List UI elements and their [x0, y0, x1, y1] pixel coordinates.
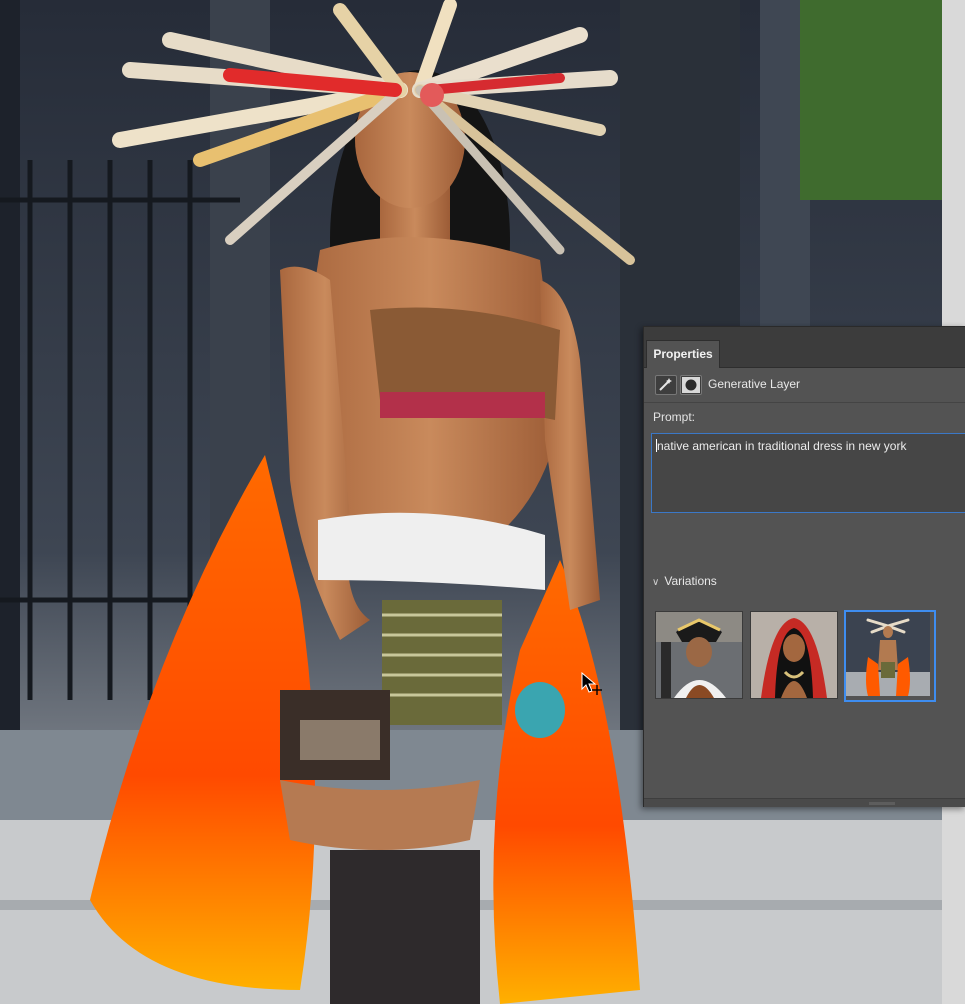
- properties-panel: Properties Generative Layer Prompt: nati…: [643, 326, 965, 807]
- resize-grip[interactable]: [869, 802, 895, 805]
- panel-tab-bar: Properties: [644, 327, 965, 368]
- variation-thumbnail-2[interactable]: [750, 611, 838, 699]
- prompt-input[interactable]: native american in traditional dress in …: [651, 433, 965, 513]
- variations-label: Variations: [664, 574, 717, 588]
- prompt-label: Prompt:: [653, 410, 696, 424]
- layer-type-label: Generative Layer: [708, 377, 801, 391]
- prompt-text: native american in traditional dress in …: [657, 439, 907, 453]
- variations-section-header[interactable]: ∨ Variations: [652, 574, 717, 588]
- layer-mask-icon[interactable]: [680, 375, 702, 395]
- layer-type-row: Generative Layer: [644, 368, 965, 403]
- variation-thumbnail-3-selected[interactable]: [844, 610, 936, 702]
- tab-properties[interactable]: Properties: [646, 340, 720, 368]
- panel-footer: [644, 798, 965, 807]
- chevron-down-icon: ∨: [652, 577, 660, 588]
- move-cursor-icon: [581, 672, 602, 695]
- generative-layer-icon[interactable]: [655, 375, 677, 395]
- variation-thumbnail-1[interactable]: [655, 611, 743, 699]
